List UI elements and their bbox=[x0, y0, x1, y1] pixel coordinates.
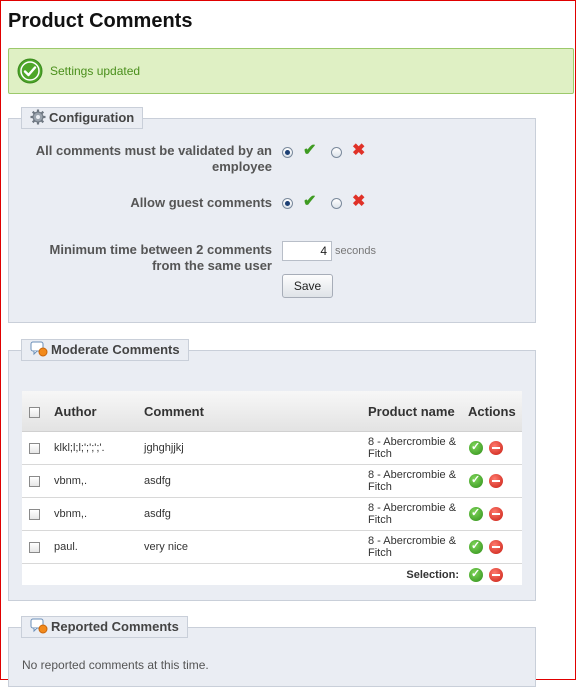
column-comment: Comment bbox=[138, 391, 363, 432]
column-actions: Actions bbox=[463, 391, 522, 432]
configuration-legend-label: Configuration bbox=[49, 110, 135, 125]
row-checkbox[interactable] bbox=[29, 508, 40, 520]
accept-icon[interactable] bbox=[469, 440, 483, 455]
select-all-checkbox[interactable] bbox=[29, 406, 40, 418]
guest-yes-radio[interactable] bbox=[282, 198, 293, 209]
page-title: Product Comments bbox=[8, 10, 193, 32]
row-author: paul. bbox=[48, 530, 138, 564]
row-comment: very nice bbox=[138, 530, 363, 564]
row-comment: asdfg bbox=[138, 497, 363, 531]
table-row: vbnm,. asdfg 8 - Abercrombie & Fitch bbox=[22, 464, 522, 498]
accept-icon[interactable] bbox=[469, 473, 483, 488]
cross-icon: ✖ bbox=[352, 193, 366, 210]
row-product: 8 - Abercrombie & Fitch bbox=[363, 530, 463, 564]
validate-no-radio[interactable] bbox=[331, 147, 342, 158]
reported-legend: Reported Comments bbox=[21, 616, 188, 638]
check-circle-icon bbox=[17, 58, 43, 84]
comments-icon bbox=[30, 618, 48, 634]
selection-row: Selection: bbox=[22, 564, 522, 586]
moderate-legend: Moderate Comments bbox=[21, 339, 189, 361]
row-author: vbnm,. bbox=[48, 464, 138, 498]
check-icon: ✔ bbox=[303, 142, 317, 159]
row-author: vbnm,. bbox=[48, 497, 138, 531]
reported-panel: Reported Comments No reported comments a… bbox=[8, 616, 536, 687]
success-text: Settings updated bbox=[50, 64, 141, 78]
selection-label: Selection: bbox=[406, 568, 459, 581]
min-time-input[interactable] bbox=[282, 241, 332, 261]
table-row: vbnm,. asdfg 8 - Abercrombie & Fitch bbox=[22, 497, 522, 531]
delete-icon[interactable] bbox=[489, 441, 503, 455]
delete-icon[interactable] bbox=[489, 474, 503, 488]
accept-icon[interactable] bbox=[469, 506, 483, 521]
reported-legend-label: Reported Comments bbox=[51, 619, 179, 634]
no-reported-text: No reported comments at this time. bbox=[22, 658, 209, 672]
guest-no-radio[interactable] bbox=[331, 198, 342, 209]
comments-table: Author Comment Product name Actions klkl… bbox=[22, 391, 522, 585]
delete-icon[interactable] bbox=[489, 507, 503, 521]
comments-icon bbox=[30, 341, 48, 357]
validate-yes-radio[interactable] bbox=[282, 147, 293, 158]
cross-icon: ✖ bbox=[352, 142, 366, 159]
table-row: paul. very nice 8 - Abercrombie & Fitch bbox=[22, 530, 522, 564]
row-comment: jghghjjkj bbox=[138, 431, 363, 465]
row-checkbox[interactable] bbox=[29, 541, 40, 553]
moderate-legend-label: Moderate Comments bbox=[51, 342, 180, 357]
min-time-unit: seconds bbox=[335, 245, 376, 257]
table-header-row: Author Comment Product name Actions bbox=[22, 391, 522, 432]
check-icon: ✔ bbox=[303, 193, 317, 210]
row-comment: asdfg bbox=[138, 464, 363, 498]
guest-label: Allow guest comments bbox=[130, 195, 272, 210]
row-product: 8 - Abercrombie & Fitch bbox=[363, 497, 463, 531]
success-notice: Settings updated bbox=[8, 48, 574, 94]
delete-icon[interactable] bbox=[489, 540, 503, 554]
row-checkbox[interactable] bbox=[29, 475, 40, 487]
column-product: Product name bbox=[363, 391, 463, 432]
validate-label: All comments must be validated by an emp… bbox=[35, 143, 272, 174]
column-author: Author bbox=[48, 391, 138, 432]
accept-selected-icon[interactable] bbox=[469, 567, 483, 582]
delete-selected-icon[interactable] bbox=[489, 567, 503, 582]
save-button[interactable]: Save bbox=[282, 274, 333, 298]
row-author: klkl;l;l;';';';'. bbox=[48, 431, 138, 465]
row-product: 8 - Abercrombie & Fitch bbox=[363, 431, 463, 465]
row-checkbox[interactable] bbox=[29, 442, 40, 454]
row-product: 8 - Abercrombie & Fitch bbox=[363, 464, 463, 498]
min-time-label: Minimum time between 2 comments from the… bbox=[49, 242, 273, 273]
table-row: klkl;l;l;';';';'. jghghjjkj 8 - Abercrom… bbox=[22, 431, 522, 465]
accept-icon[interactable] bbox=[469, 539, 483, 554]
configuration-legend: Configuration bbox=[21, 107, 144, 129]
gear-icon bbox=[30, 109, 46, 125]
